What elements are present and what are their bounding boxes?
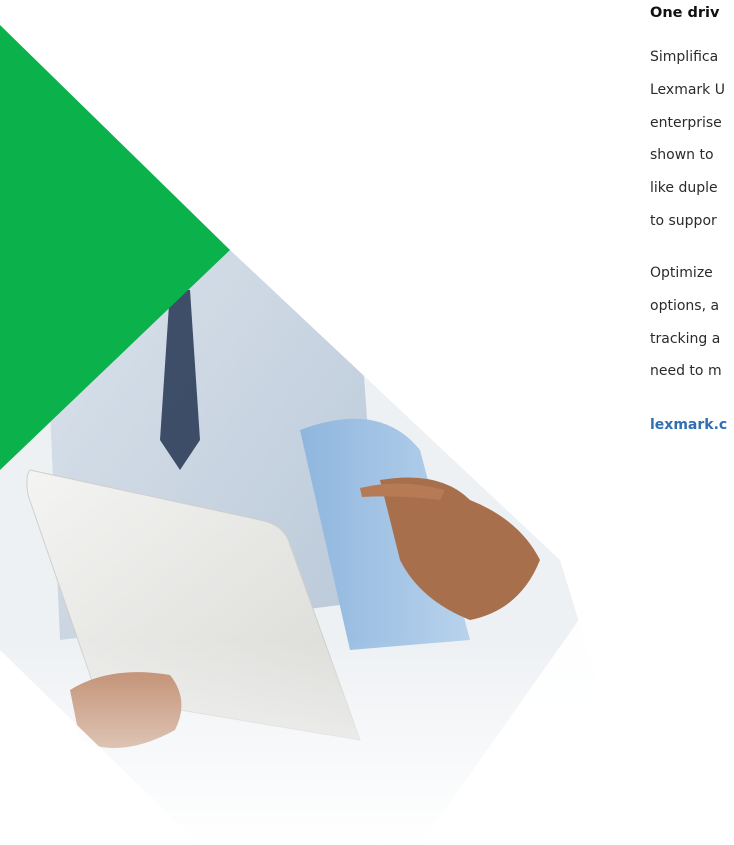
- paragraph-2-line-4: need to m: [650, 363, 722, 379]
- brochure-page: One driv Simplifica Lexmark U enterprise…: [0, 0, 734, 845]
- section-heading: One driv: [650, 5, 720, 21]
- paragraph-2-line-3: tracking a: [650, 331, 721, 347]
- paragraph-2-line-1: Optimize: [650, 265, 713, 281]
- hero-artwork: [0, 0, 734, 845]
- paragraph-1-line-5: like duple: [650, 180, 718, 196]
- paragraph-1-line-6: to suppor: [650, 213, 717, 229]
- lexmark-link[interactable]: lexmark.c: [650, 416, 727, 434]
- paragraph-1-line-3: enterprise: [650, 115, 722, 131]
- paragraph-1-line-2: Lexmark U: [650, 82, 725, 98]
- paragraph-1-line-4: shown to: [650, 147, 714, 163]
- paragraph-1-line-1: Simplifica: [650, 49, 719, 65]
- paragraph-2-line-2: options, a: [650, 298, 720, 314]
